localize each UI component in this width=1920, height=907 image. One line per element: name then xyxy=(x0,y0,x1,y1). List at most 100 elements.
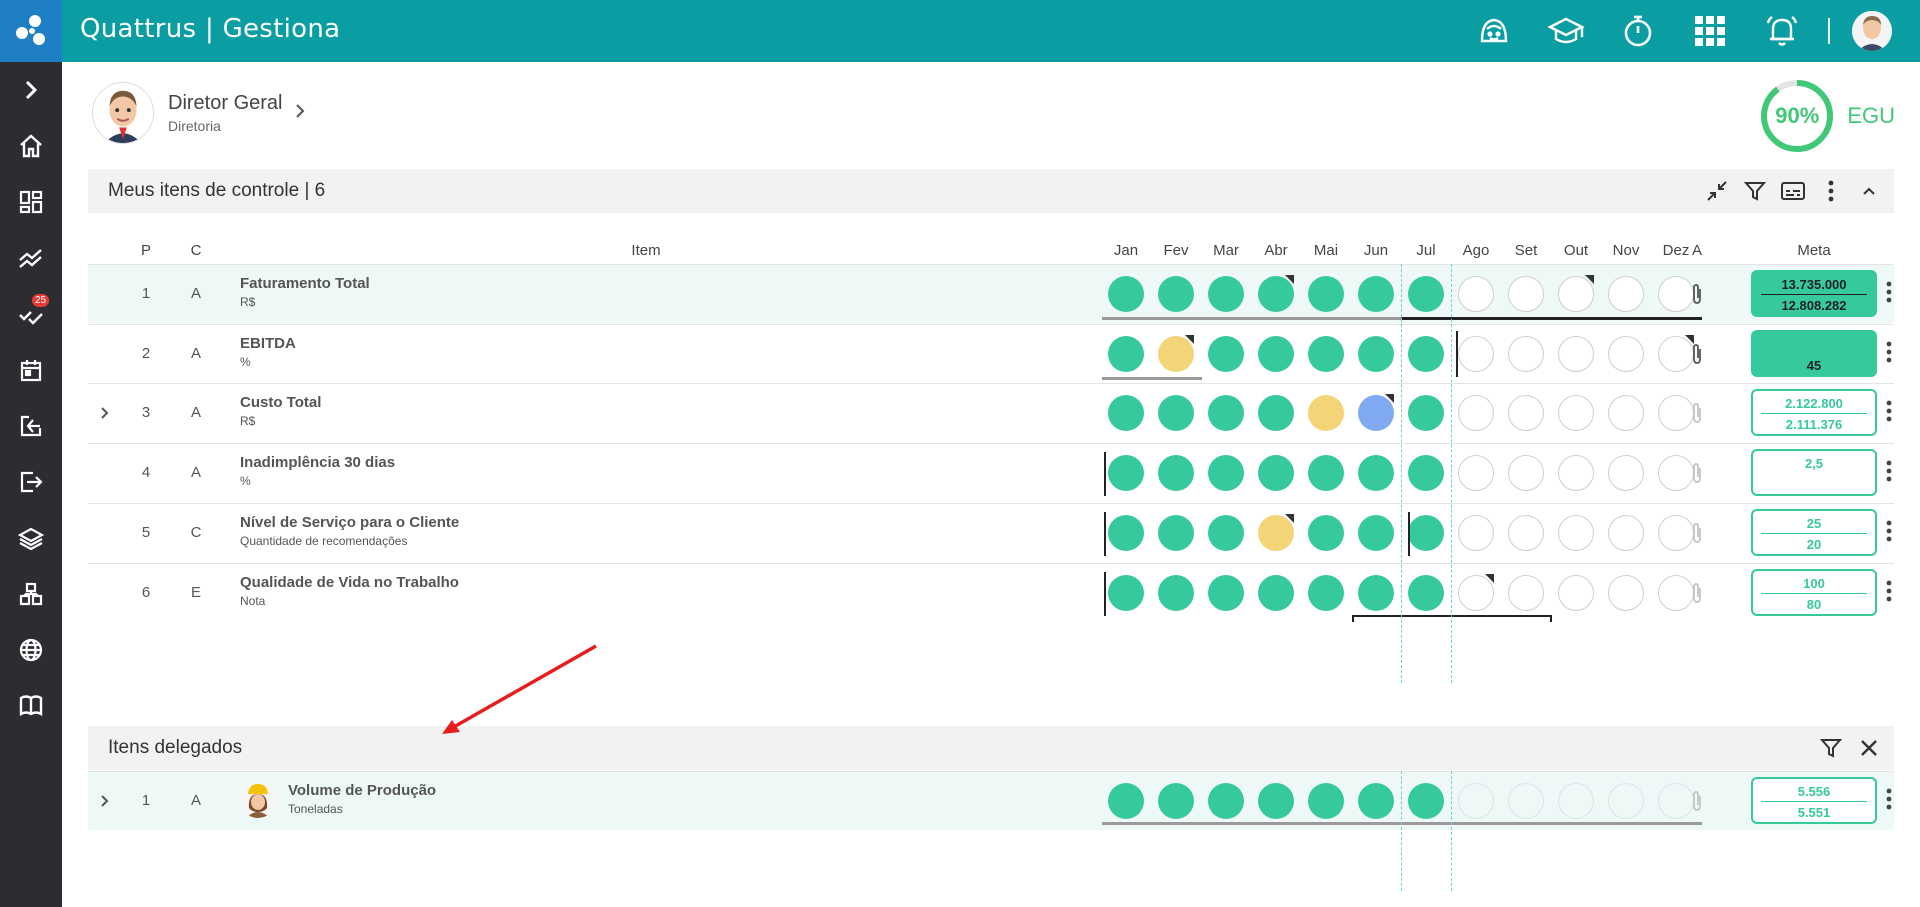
row-item-name[interactable]: Qualidade de Vida no Trabalho xyxy=(240,574,459,591)
sidebar-item-home[interactable] xyxy=(0,118,62,174)
delegated-row[interactable]: 1 A Volume de Produção Toneladas 5.556 5.5… xyxy=(88,771,1894,830)
sidebar-item-dashboard[interactable] xyxy=(0,174,62,230)
header-attachment[interactable]: A xyxy=(1692,242,1702,259)
status-dot-mar[interactable] xyxy=(1208,336,1244,372)
status-dot-jun[interactable] xyxy=(1358,455,1394,491)
status-dot-mar[interactable] xyxy=(1208,515,1244,551)
user-avatar[interactable] xyxy=(1852,11,1892,51)
status-dot-jul[interactable] xyxy=(1408,276,1444,312)
status-dot-fev[interactable] xyxy=(1158,575,1194,611)
status-dot-ago[interactable] xyxy=(1458,395,1494,431)
status-dot-set[interactable] xyxy=(1508,515,1544,551)
header-month-ago[interactable]: Ago xyxy=(1463,242,1490,259)
sidebar-item-layers[interactable] xyxy=(0,510,62,566)
timer-icon[interactable] xyxy=(1618,11,1658,51)
attachment-button[interactable] xyxy=(1690,343,1710,365)
sidebar-item-login[interactable] xyxy=(0,398,62,454)
header-month-mar[interactable]: Mar xyxy=(1213,242,1239,259)
row-menu-button[interactable] xyxy=(1886,580,1902,608)
status-dot-dez[interactable] xyxy=(1658,515,1694,551)
status-dot-out[interactable] xyxy=(1558,336,1594,372)
status-dot-fev[interactable] xyxy=(1158,455,1194,491)
attachment-button[interactable] xyxy=(1690,462,1710,484)
filter-button[interactable] xyxy=(1736,172,1774,210)
control-row[interactable]: 4 A Inadimplência 30 dias% 2,5 xyxy=(88,443,1894,502)
delegated-close-button[interactable] xyxy=(1850,729,1888,767)
status-dot-mai[interactable] xyxy=(1308,276,1344,312)
status-dot-nov[interactable] xyxy=(1608,515,1644,551)
row-menu-button[interactable] xyxy=(1886,400,1902,428)
status-dot-jul[interactable] xyxy=(1408,515,1444,551)
status-dot-jul[interactable] xyxy=(1408,336,1444,372)
row-item-name[interactable]: Nível de Serviço para o Cliente xyxy=(240,514,459,531)
status-dot-jun[interactable] xyxy=(1358,336,1394,372)
meta-box[interactable]: 2,5 xyxy=(1751,449,1877,496)
row-menu-button[interactable] xyxy=(1886,520,1902,548)
notification-bell-icon[interactable] xyxy=(1762,11,1802,51)
header-month-abr[interactable]: Abr xyxy=(1264,242,1287,259)
status-dot-mai[interactable] xyxy=(1308,395,1344,431)
row-item-name[interactable]: Faturamento Total xyxy=(240,275,370,292)
status-dot-jul[interactable] xyxy=(1408,575,1444,611)
row-menu-button[interactable] xyxy=(1886,460,1902,488)
status-dot-mai[interactable] xyxy=(1308,783,1344,819)
status-dot-nov[interactable] xyxy=(1608,783,1644,819)
subtitles-button[interactable] xyxy=(1774,172,1812,210)
control-row[interactable]: 2 A EBITDA% 45 xyxy=(88,324,1894,383)
header-meta[interactable]: Meta xyxy=(1797,242,1830,259)
header-month-jul[interactable]: Jul xyxy=(1416,242,1435,259)
status-dot-dez[interactable] xyxy=(1658,276,1694,312)
sidebar-item-tasks[interactable]: 25 xyxy=(0,286,62,342)
status-dot-dez[interactable] xyxy=(1658,783,1694,819)
sidebar-item-globe[interactable] xyxy=(0,622,62,678)
status-dot-out[interactable] xyxy=(1558,395,1594,431)
row-item-name[interactable]: Custo Total xyxy=(240,394,321,411)
status-dot-out[interactable] xyxy=(1558,515,1594,551)
header-c[interactable]: C xyxy=(191,242,202,259)
sidebar-item-calendar[interactable] xyxy=(0,342,62,398)
app-logo[interactable] xyxy=(0,0,62,62)
status-dot-out[interactable] xyxy=(1558,783,1594,819)
status-dot-dez[interactable] xyxy=(1658,395,1694,431)
status-dot-jul[interactable] xyxy=(1408,455,1444,491)
status-dot-abr[interactable] xyxy=(1258,783,1294,819)
status-dot-jan[interactable] xyxy=(1108,783,1144,819)
status-dot-ago[interactable] xyxy=(1458,455,1494,491)
more-options-button[interactable] xyxy=(1812,172,1850,210)
apps-grid-icon[interactable] xyxy=(1690,11,1730,51)
status-dot-set[interactable] xyxy=(1508,336,1544,372)
attachment-button[interactable] xyxy=(1690,582,1710,604)
attachment-button[interactable] xyxy=(1690,402,1710,424)
status-dot-mai[interactable] xyxy=(1308,515,1344,551)
row-item-name[interactable]: EBITDA xyxy=(240,335,296,352)
status-dot-dez[interactable] xyxy=(1658,575,1694,611)
status-dot-nov[interactable] xyxy=(1608,336,1644,372)
status-dot-abr[interactable] xyxy=(1258,575,1294,611)
status-dot-ago[interactable] xyxy=(1458,515,1494,551)
status-dot-mar[interactable] xyxy=(1208,395,1244,431)
status-dot-out[interactable] xyxy=(1558,455,1594,491)
row-menu-button[interactable] xyxy=(1886,281,1902,309)
collapse-panel-button[interactable] xyxy=(1850,172,1888,210)
status-dot-set[interactable] xyxy=(1508,276,1544,312)
status-dot-jan[interactable] xyxy=(1108,276,1144,312)
meta-box[interactable]: 13.735.000 12.808.282 xyxy=(1751,270,1877,317)
header-p[interactable]: P xyxy=(141,242,151,259)
status-dot-nov[interactable] xyxy=(1608,575,1644,611)
header-month-dez[interactable]: Dez xyxy=(1663,242,1690,259)
status-dot-mar[interactable] xyxy=(1208,575,1244,611)
meta-box[interactable]: 45 xyxy=(1751,330,1877,377)
control-row[interactable]: 6 E Qualidade de Vida no Trabalho Nota 100 … xyxy=(88,563,1894,622)
control-row[interactable]: 1 A Faturamento Total R$ 13.735.000 12.808.… xyxy=(88,264,1894,323)
status-dot-abr[interactable] xyxy=(1258,336,1294,372)
status-dot-set[interactable] xyxy=(1508,395,1544,431)
status-dot-set[interactable] xyxy=(1508,455,1544,491)
status-dot-jun[interactable] xyxy=(1358,783,1394,819)
status-dot-mar[interactable] xyxy=(1208,783,1244,819)
header-month-set[interactable]: Set xyxy=(1515,242,1538,259)
status-dot-mai[interactable] xyxy=(1308,575,1344,611)
attachment-button[interactable] xyxy=(1690,283,1710,305)
expand-row-button[interactable] xyxy=(94,402,116,424)
control-row[interactable]: 3 A Custo Total R$ 2.122.800 2.111.376 xyxy=(88,383,1894,442)
sidebar-item-book[interactable] xyxy=(0,678,62,734)
